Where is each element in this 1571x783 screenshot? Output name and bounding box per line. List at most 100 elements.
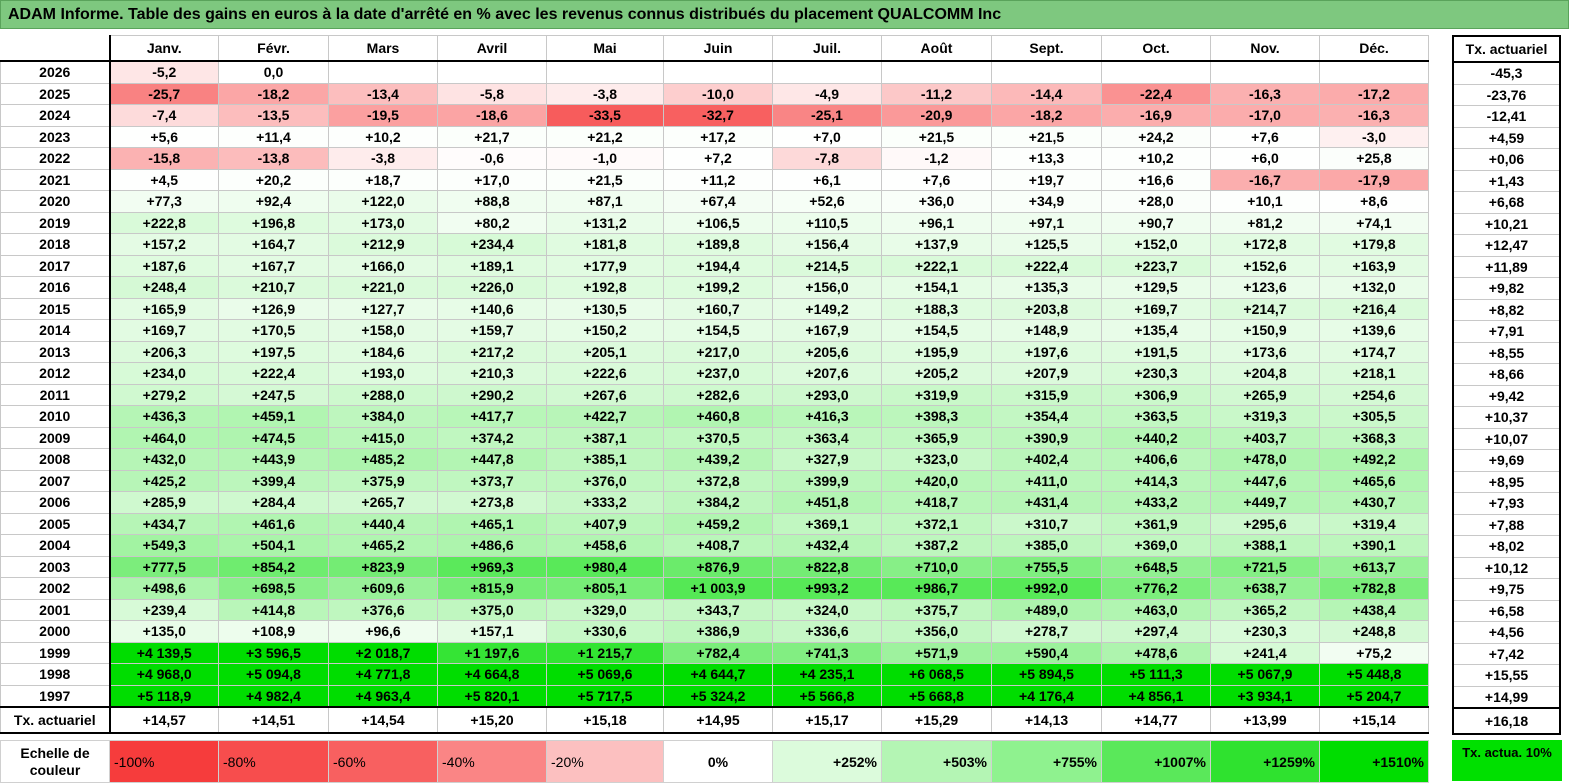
gain-cell: +194,4 — [663, 254, 773, 277]
gain-cell: +273,8 — [437, 491, 547, 514]
footer-actuarial-cell: +15,20 — [437, 706, 547, 734]
gain-cell: +447,6 — [1210, 469, 1320, 492]
gain-cell: +181,8 — [546, 233, 664, 256]
table-row: 2014 +169,7 +170,5 +158,0 +159,7 +150,2 +154,5… — [0, 319, 1429, 342]
gain-cell: +4 235,1 — [772, 663, 882, 686]
gain-cell: +330,6 — [546, 620, 664, 643]
gain-cell: +36,0 — [881, 190, 992, 213]
gain-cell: +420,0 — [881, 469, 992, 492]
gain-cell: +135,3 — [991, 276, 1102, 299]
gain-cell: +498,6 — [109, 577, 219, 600]
gain-cell: +205,2 — [881, 362, 992, 385]
gain-cell: +343,7 — [663, 598, 773, 621]
gain-cell: +370,5 — [663, 426, 773, 449]
gain-cell: +21,5 — [546, 168, 664, 191]
gain-cell: +157,1 — [437, 620, 547, 643]
month-header: Août — [881, 35, 992, 62]
gain-cell: +777,5 — [109, 555, 219, 578]
table-row: 2009 +464,0 +474,5 +415,0 +374,2 +387,1 +370,5… — [0, 426, 1429, 449]
gain-cell: +390,1 — [1319, 534, 1429, 557]
gain-cell: +279,2 — [109, 383, 219, 406]
gain-cell: -25,7 — [109, 82, 219, 105]
gain-cell: +710,0 — [881, 555, 992, 578]
gain-cell: +571,9 — [881, 641, 992, 664]
table-row: 2021 +4,5 +20,2 +18,7 +17,0 +21,5 +11,2 +6,1 +7,… — [0, 168, 1429, 191]
gain-cell: +414,8 — [218, 598, 329, 621]
gain-cell: +461,6 — [218, 512, 329, 535]
gain-cell: +160,7 — [663, 297, 773, 320]
gain-cell: +75,2 — [1319, 641, 1429, 664]
table-row: 2000 +135,0 +108,9 +96,6 +157,1 +330,6 +386,9 +… — [0, 620, 1429, 643]
gain-cell: +21,7 — [437, 125, 547, 148]
gain-cell: +81,2 — [1210, 211, 1320, 234]
gain-cell: +195,9 — [881, 340, 992, 363]
year-label: 2023 — [0, 125, 111, 148]
gain-cell: +4 139,5 — [109, 641, 219, 664]
gain-cell: +465,1 — [437, 512, 547, 535]
gain-cell: +172,8 — [1210, 233, 1320, 256]
gain-cell — [1319, 60, 1429, 84]
gain-cell: +365,2 — [1210, 598, 1320, 621]
gain-cell: +295,6 — [1210, 512, 1320, 535]
actuarial-cell: +4,56 — [1452, 621, 1561, 644]
gain-cell: +414,3 — [1101, 469, 1211, 492]
actuarial-cell: +9,82 — [1452, 277, 1561, 300]
gain-cell: +140,6 — [437, 297, 547, 320]
table-row: 2020 +77,3 +92,4 +122,0 +88,8 +87,1 +67,4 +52,6… — [0, 190, 1429, 213]
gain-cell: +254,6 — [1319, 383, 1429, 406]
footer-label: Tx. actuariel — [0, 706, 111, 734]
year-label: 2001 — [0, 598, 111, 621]
gain-cell: +25,8 — [1319, 147, 1429, 170]
gain-cell: -33,5 — [546, 104, 664, 127]
month-header: Juin — [663, 35, 773, 62]
gain-cell: +167,9 — [772, 319, 882, 342]
table-row: 2005 +434,7 +461,6 +440,4 +465,1 +407,9 +459,2… — [0, 512, 1429, 535]
actuarial-cell: +15,55 — [1452, 664, 1561, 687]
gain-cell: +223,7 — [1101, 254, 1211, 277]
table-row: 1997 +5 118,9 +4 982,4 +4 963,4 +5 820,1 +5 7… — [0, 684, 1429, 708]
year-label: 2012 — [0, 362, 111, 385]
actuarial-cell: +14,99 — [1452, 685, 1561, 709]
gain-cell: +177,9 — [546, 254, 664, 277]
gain-cell: +210,7 — [218, 276, 329, 299]
gain-cell: +221,0 — [328, 276, 438, 299]
gain-cell: +214,7 — [1210, 297, 1320, 320]
gain-cell: +327,9 — [772, 448, 882, 471]
gain-cell: +21,2 — [546, 125, 664, 148]
gain-cell: +436,3 — [109, 405, 219, 428]
gain-cell: +373,7 — [437, 469, 547, 492]
gain-cell: +24,2 — [1101, 125, 1211, 148]
gain-cell: +324,0 — [772, 598, 882, 621]
color-scale-step: +503% — [881, 740, 992, 783]
gain-cell: +192,8 — [546, 276, 664, 299]
gain-cell — [546, 60, 664, 84]
gain-cell: +88,8 — [437, 190, 547, 213]
gain-cell: +822,8 — [772, 555, 882, 578]
gain-cell: +504,1 — [218, 534, 329, 557]
year-label: 2021 — [0, 168, 111, 191]
gain-cell: +132,0 — [1319, 276, 1429, 299]
gains-table: Janv. Févr. Mars Avril Mai Juin Juil. Août Sept.… — [0, 35, 1429, 734]
actuarial-table: Tx. actuariel -45,3 -23,76 -12,41 +4,59 +0,06… — [1452, 35, 1561, 735]
actuarial-cell: +12,47 — [1452, 234, 1561, 257]
footer-actuarial-cell: +13,99 — [1210, 706, 1320, 734]
actuarial-cell: -23,76 — [1452, 83, 1561, 106]
footer-actuarial-cell: +15,14 — [1319, 706, 1429, 734]
table-row: 2010 +436,3 +459,1 +384,0 +417,7 +422,7 +460,8… — [0, 405, 1429, 428]
gain-cell: +7,6 — [1210, 125, 1320, 148]
year-label: 2005 — [0, 512, 111, 535]
gain-cell: +152,6 — [1210, 254, 1320, 277]
year-label: 2008 — [0, 448, 111, 471]
gain-cell: -17,0 — [1210, 104, 1320, 127]
gain-cell: +248,8 — [1319, 620, 1429, 643]
table-row: 2015 +165,9 +126,9 +127,7 +140,6 +130,5 +160,7… — [0, 297, 1429, 320]
gain-cell: +131,2 — [546, 211, 664, 234]
gain-cell: +310,7 — [991, 512, 1102, 535]
gain-cell: +305,5 — [1319, 405, 1429, 428]
gain-cell: -7,8 — [772, 147, 882, 170]
gain-cell: +139,6 — [1319, 319, 1429, 342]
gain-cell: +431,4 — [991, 491, 1102, 514]
year-label: 2015 — [0, 297, 111, 320]
gain-cell: +156,0 — [772, 276, 882, 299]
year-label: 2018 — [0, 233, 111, 256]
